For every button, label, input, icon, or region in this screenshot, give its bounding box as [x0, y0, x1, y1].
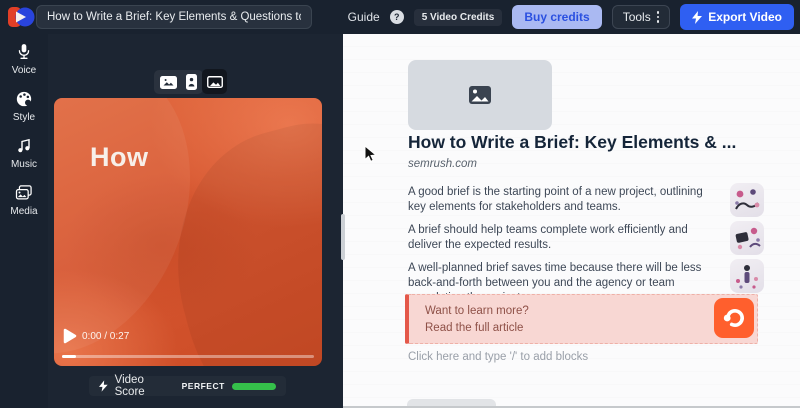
- lightning-icon: [692, 11, 702, 24]
- sidebar-item-music[interactable]: Music: [0, 130, 48, 175]
- play-button[interactable]: [62, 328, 78, 344]
- next-block-placeholder: [407, 399, 496, 406]
- media-icon: [14, 183, 34, 203]
- video-credits-badge: 5 Video Credits: [414, 9, 503, 26]
- video-score-meter: [232, 383, 276, 390]
- buy-credits-button[interactable]: Buy credits: [512, 5, 601, 29]
- sidebar-item-media[interactable]: Media: [0, 177, 48, 222]
- landscape-image-icon: [163, 78, 174, 86]
- storyboard-panel: How to Write a Brief: Key Elements & ...…: [343, 34, 800, 408]
- sidebar-item-voice[interactable]: Voice: [0, 36, 48, 81]
- sidebar-item-label: Voice: [12, 65, 36, 76]
- aspect-ratio-landscape-button[interactable]: [160, 76, 177, 89]
- article-image-placeholder[interactable]: [408, 60, 552, 130]
- article-title[interactable]: How to Write a Brief: Key Elements & ...: [408, 132, 800, 153]
- project-title-input[interactable]: [36, 5, 312, 29]
- export-video-label: Export Video: [708, 10, 782, 24]
- scene-list: A good brief is the starting point of a …: [408, 183, 764, 310]
- music-note-icon: [14, 136, 34, 156]
- learn-more-callout[interactable]: Want to learn more? Read the full articl…: [405, 294, 758, 344]
- export-video-button[interactable]: Export Video: [680, 4, 794, 30]
- aspect-ratio-square-button[interactable]: [202, 69, 227, 94]
- sidebar-item-label: Style: [13, 112, 35, 123]
- app-logo-icon[interactable]: [8, 5, 35, 29]
- help-icon[interactable]: ?: [390, 10, 404, 24]
- callout-line-1: Want to learn more?: [425, 303, 757, 320]
- scene-thumbnail[interactable]: [730, 183, 764, 217]
- sidebar-item-label: Media: [10, 206, 37, 217]
- video-score-label: Video Score: [115, 374, 175, 398]
- scene-text[interactable]: A brief should help teams complete work …: [408, 221, 716, 253]
- scene-block[interactable]: A brief should help teams complete work …: [408, 221, 764, 255]
- portrait-person-icon: [188, 77, 195, 87]
- palette-icon: [14, 89, 34, 109]
- semrush-logo-icon[interactable]: [714, 298, 754, 338]
- image-placeholder-icon: [468, 85, 492, 105]
- video-preview[interactable]: How 0:00 / 0:27: [54, 98, 322, 366]
- tools-button-label: Tools: [623, 10, 651, 24]
- scene-block[interactable]: A good brief is the starting point of a …: [408, 183, 764, 217]
- left-sidebar: Voice Style Music: [0, 34, 48, 408]
- lightning-icon: [99, 380, 108, 392]
- scene-thumbnail[interactable]: [730, 259, 764, 293]
- tools-button[interactable]: Tools: [612, 5, 671, 29]
- guide-label[interactable]: Guide: [348, 10, 380, 24]
- aspect-ratio-group: [154, 70, 203, 94]
- aspect-ratio-portrait-button[interactable]: [186, 74, 197, 90]
- vertical-ellipsis-icon: [657, 11, 660, 23]
- playback-time: 0:00 / 0:27: [82, 331, 129, 342]
- video-progress-bar[interactable]: [62, 355, 314, 358]
- add-blocks-hint[interactable]: Click here and type '/' to add blocks: [408, 351, 588, 363]
- top-bar: Guide ? 5 Video Credits Buy credits Tool…: [0, 0, 800, 34]
- scene-thumbnail[interactable]: [730, 221, 764, 255]
- video-caption-text: How: [90, 142, 149, 173]
- selected-image-icon: [207, 76, 223, 88]
- scene-text[interactable]: A good brief is the starting point of a …: [408, 183, 716, 215]
- topbar-actions: Guide ? 5 Video Credits Buy credits Tool…: [348, 0, 794, 34]
- sidebar-item-style[interactable]: Style: [0, 83, 48, 128]
- video-editor-app: Guide ? 5 Video Credits Buy credits Tool…: [0, 0, 800, 408]
- scrollbar-thumb[interactable]: [341, 214, 345, 260]
- callout-line-2[interactable]: Read the full article: [425, 320, 757, 337]
- video-score-pill[interactable]: Video Score PERFECT: [89, 376, 286, 396]
- sidebar-item-label: Music: [11, 159, 37, 170]
- microphone-icon: [14, 42, 34, 62]
- article-source[interactable]: semrush.com: [408, 158, 477, 170]
- video-progress-fill: [62, 355, 76, 358]
- video-score-rating: PERFECT: [182, 381, 225, 391]
